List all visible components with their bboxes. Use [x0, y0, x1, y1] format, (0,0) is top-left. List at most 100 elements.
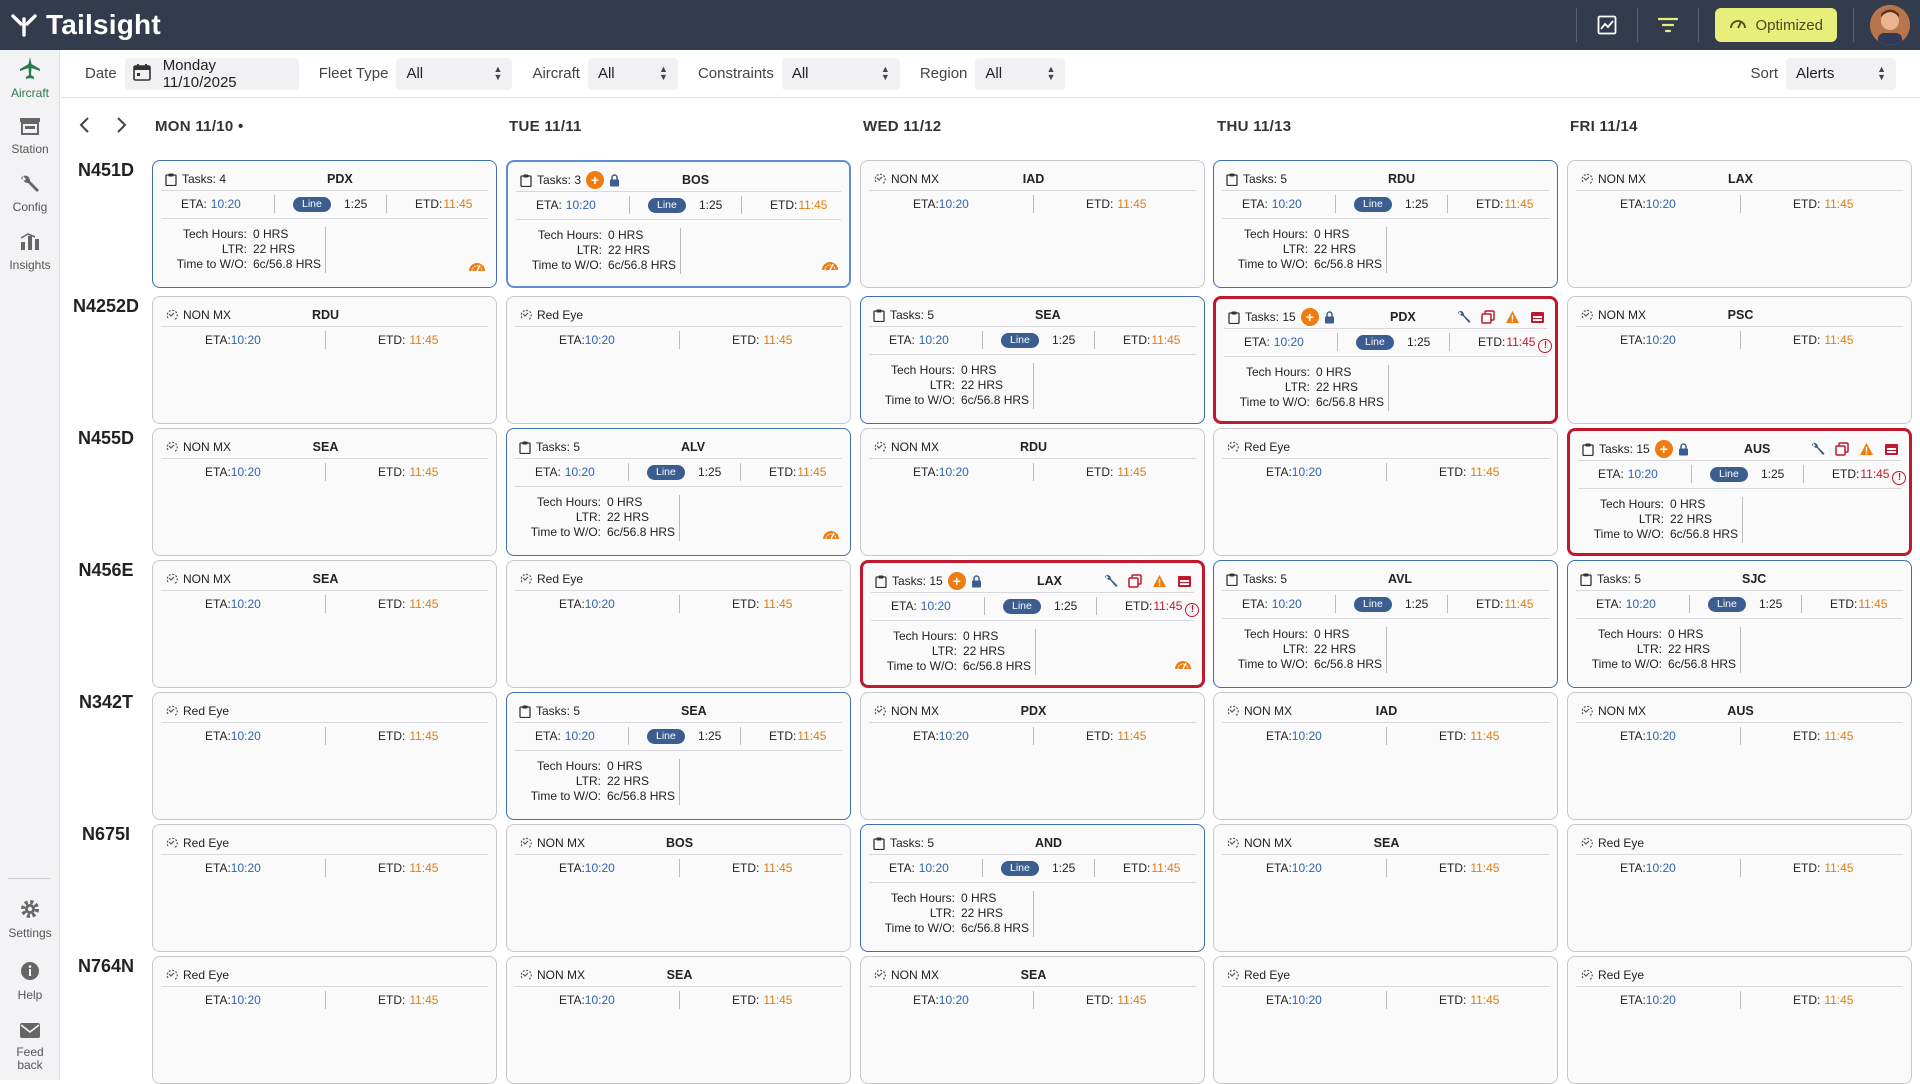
flight-card[interactable]: Tasks: 15 + LAX ETA: 10:20 Line 1:25 ETD:11:45!…	[860, 560, 1205, 688]
sidebar-item-help[interactable]: Help	[0, 960, 60, 1002]
date-picker[interactable]: Monday 11/10/2025	[124, 57, 299, 91]
flight-card[interactable]: Tasks: 15 + PDX ETA: 10:20 Line 1:25 ETD:11:45!…	[1213, 296, 1558, 424]
divider	[679, 759, 680, 805]
fleet-type-select[interactable]: All ▲ ▼	[396, 57, 513, 90]
constraints-select[interactable]: All ▲ ▼	[781, 57, 900, 90]
eta-value: 10:20	[1271, 197, 1302, 211]
flight-card[interactable]: Tasks: 4 PDX ETA: 10:20 Line 1:25 ETD:11:45 Tec…	[152, 160, 497, 288]
flight-card[interactable]: NON MX SEA ETA:10:20 ETD: 11:45	[860, 956, 1205, 1084]
flight-card[interactable]: Red Eye ETA:10:20 ETD: 11:45	[506, 560, 851, 688]
divider	[1578, 460, 1901, 461]
flight-card[interactable]: Red Eye ETA:10:20 ETD: 11:45	[506, 296, 851, 424]
sidebar-item-station[interactable]: Station	[0, 116, 60, 156]
etd-text: ETD:11:45	[378, 597, 438, 611]
flight-card[interactable]: Tasks: 3 + BOS ETA: 10:20 Line 1:25 ETD:11:45 Te…	[506, 160, 851, 288]
divider	[1222, 722, 1549, 723]
eta-label: ETA:	[1266, 465, 1292, 479]
priority-plus-icon[interactable]: +	[1300, 308, 1319, 326]
flight-card[interactable]: NON MX SEA ETA:10:20 ETD: 11:45	[1213, 824, 1558, 952]
flight-card[interactable]: Red Eye ETA:10:20 ETD: 11:45	[152, 692, 497, 820]
flight-card[interactable]: Tasks: 5 SEA ETA: 10:20 Line 1:25 ETD:11:45 Tec…	[860, 296, 1205, 424]
divider	[871, 592, 1194, 593]
flight-card[interactable]: NON MX SEA ETA:10:20 ETD: 11:45	[152, 560, 497, 688]
flight-card[interactable]: Tasks: 5 SJC ETA: 10:20 Line 1:25 ETD:11:45 Tec…	[1567, 560, 1912, 688]
etd-text: ETD:11:45	[378, 465, 438, 479]
sidebar-item-settings[interactable]: Settings	[0, 898, 60, 940]
times-row: ETA: 10:20 Line 1:25 ETD:11:45	[508, 196, 849, 214]
eta-value: 10:20	[1291, 993, 1322, 1007]
prev-week-button[interactable]	[73, 114, 95, 136]
etd-text: ETD:11:45	[378, 861, 438, 875]
times-row: ETA: 10:20 Line 1:25 ETD:11:45	[507, 463, 850, 481]
eta-text: ETA:10:20	[1242, 197, 1302, 211]
tech-line: Time to W/O: 6c/56.8 HRS	[508, 258, 676, 273]
constraints-value: All	[791, 65, 809, 82]
card-header: NON MX PDX	[873, 701, 1194, 721]
flight-card[interactable]: Tasks: 5 ALV ETA: 10:20 Line 1:25 ETD:11:45 Tec…	[506, 428, 851, 556]
tech-line: Tech Hours: 0 HRS	[1568, 627, 1736, 642]
aircraft-select[interactable]: All ▲ ▼	[587, 57, 678, 90]
sidebar-item-aircraft[interactable]: Aircraft	[0, 50, 60, 106]
divider	[1698, 8, 1700, 42]
flight-card[interactable]: NON MX PSC ETA:10:20 ETD: 11:45	[1567, 296, 1912, 424]
divider	[1689, 595, 1690, 613]
optimized-button[interactable]: Optimized	[1715, 8, 1837, 42]
user-avatar[interactable]	[1870, 5, 1910, 45]
flight-card[interactable]: NON MX SEA ETA:10:20 ETD: 11:45	[152, 428, 497, 556]
app-logo[interactable]: Tailsight	[10, 9, 161, 41]
card-header: NON MX IAD	[873, 169, 1194, 189]
flight-card[interactable]: Tasks: 15 + AUS ETA: 10:20 Line 1:25 ETD:11:45!…	[1567, 428, 1912, 556]
flight-card[interactable]: NON MX IAD ETA:10:20 ETD: 11:45	[1213, 692, 1558, 820]
flight-card[interactable]: Tasks: 5 RDU ETA: 10:20 Line 1:25 ETD:11:45 Tec…	[1213, 160, 1558, 288]
duration: 1:25	[1405, 597, 1429, 611]
flight-card[interactable]: Red Eye ETA:10:20 ETD: 11:45	[152, 956, 497, 1084]
filter-icon[interactable]	[1654, 11, 1682, 39]
flight-card[interactable]: NON MX RDU ETA:10:20 ETD: 11:45	[152, 296, 497, 424]
etd-value: 11:45	[443, 197, 473, 211]
non-mx-label: NON MX	[1244, 704, 1292, 718]
aircraft-tail-label: N451D	[77, 160, 135, 180]
flight-card[interactable]: NON MX AUS ETA:10:20 ETD: 11:45	[1567, 692, 1912, 820]
etd-label: ETD:	[1086, 993, 1114, 1007]
etd-label: ETD:	[1793, 861, 1821, 875]
flight-card[interactable]: Red Eye ETA:10:20 ETD: 11:45	[1567, 956, 1912, 1084]
sidebar-item-config[interactable]: Config	[0, 174, 60, 214]
chart-icon[interactable]	[1593, 11, 1621, 39]
updown-icon: ▲ ▼	[1877, 63, 1886, 82]
flight-card[interactable]: Red Eye ETA:10:20 ETD: 11:45	[152, 824, 497, 952]
sort-select[interactable]: Alerts ▲ ▼	[1786, 57, 1896, 90]
region-select[interactable]: All ▲ ▼	[975, 57, 1066, 90]
etd-value: 11:45	[1151, 861, 1181, 875]
priority-plus-icon[interactable]: +	[947, 572, 966, 590]
priority-plus-icon[interactable]: +	[1654, 440, 1673, 458]
sidebar-item-insights[interactable]: Insights	[0, 232, 60, 272]
flight-card[interactable]: Tasks: 5 SEA ETA: 10:20 Line 1:25 ETD:11:45 Tec…	[506, 692, 851, 820]
flight-card[interactable]: NON MX PDX ETA:10:20 ETD: 11:45	[860, 692, 1205, 820]
etd-text: ETD:11:45	[732, 333, 792, 347]
arrival-icon	[165, 969, 178, 982]
divider	[1853, 8, 1854, 42]
eta-value: 10:20	[584, 861, 615, 875]
flight-card[interactable]: NON MX BOS ETA:10:20 ETD: 11:45	[506, 824, 851, 952]
alert-icons	[1104, 574, 1192, 588]
etd-value: 11:45	[763, 993, 793, 1007]
divider	[1740, 331, 1741, 349]
divider	[325, 331, 326, 349]
flight-card[interactable]: NON MX SEA ETA:10:20 ETD: 11:45	[506, 956, 851, 1084]
non-mx-label: NON MX	[1244, 836, 1292, 850]
card-kind: NON MX	[1226, 704, 1292, 718]
etd-value: 11:45	[1824, 861, 1854, 875]
flight-card[interactable]: NON MX RDU ETA:10:20 ETD: 11:45	[860, 428, 1205, 556]
priority-plus-icon[interactable]: +	[586, 171, 605, 189]
flight-card[interactable]: Red Eye ETA:10:20 ETD: 11:45	[1213, 956, 1558, 1084]
flight-card[interactable]: NON MX IAD ETA:10:20 ETD: 11:45	[860, 160, 1205, 288]
alert-circle-icon: !	[1892, 470, 1907, 485]
next-week-button[interactable]	[111, 114, 133, 136]
flight-card[interactable]: NON MX LAX ETA:10:20 ETD: 11:45	[1567, 160, 1912, 288]
flight-card[interactable]: Tasks: 5 AND ETA: 10:20 Line 1:25 ETD:11:45 Tec…	[860, 824, 1205, 952]
flight-card[interactable]: Red Eye ETA:10:20 ETD: 11:45	[1567, 824, 1912, 952]
tech-value: 22 HRS	[608, 243, 651, 257]
flight-card[interactable]: Tasks: 5 AVL ETA: 10:20 Line 1:25 ETD:11:45 Tec…	[1213, 560, 1558, 688]
sidebar-item-feedback[interactable]: Feed back	[0, 1022, 60, 1072]
flight-card[interactable]: Red Eye ETA:10:20 ETD: 11:45	[1213, 428, 1558, 556]
